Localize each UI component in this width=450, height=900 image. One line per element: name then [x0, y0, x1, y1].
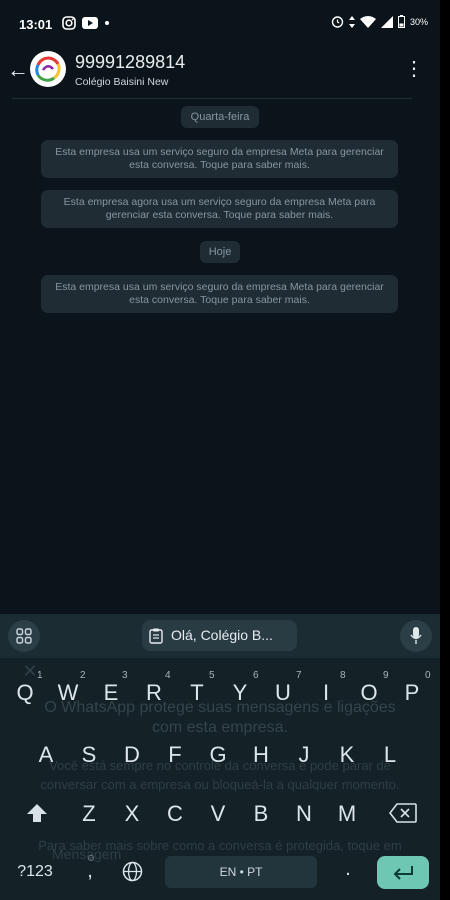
key-a[interactable]: A	[29, 742, 63, 768]
period-key[interactable]: .	[338, 858, 358, 881]
battery-level: 30%	[409, 16, 428, 27]
status-time: 13:01	[19, 17, 53, 32]
signal-icon	[380, 15, 393, 28]
key-hint: 2	[80, 670, 86, 681]
key-hint: 3	[122, 670, 128, 681]
key-e[interactable]: E	[94, 680, 128, 706]
contact-subtitle[interactable]: Colégio Baisini New	[75, 76, 168, 88]
system-message[interactable]: Esta empresa usa um serviço seguro da em…	[41, 275, 398, 313]
key-m[interactable]: M	[330, 801, 364, 827]
status-bar: 13:01 30%	[0, 8, 440, 40]
key-h[interactable]: H	[244, 742, 278, 768]
key-z[interactable]: Z	[72, 801, 106, 827]
key-hint: 8	[340, 670, 346, 681]
screen-edge	[440, 0, 450, 900]
date-chip: Hoje	[200, 241, 240, 263]
key-b[interactable]: B	[244, 801, 278, 827]
key-d[interactable]: D	[115, 742, 149, 768]
symbols-key[interactable]: ?123	[12, 863, 58, 881]
youtube-icon	[82, 17, 98, 29]
keyboard-suggestion-strip: Olá, Colégio B...	[0, 614, 440, 658]
key-l[interactable]: L	[373, 742, 407, 768]
system-message[interactable]: Esta empresa usa um serviço seguro da em…	[41, 140, 398, 178]
header-divider	[12, 98, 412, 99]
key-p[interactable]: P	[395, 680, 429, 706]
key-hint: 7	[296, 670, 302, 681]
key-c[interactable]: C	[158, 801, 192, 827]
key-x[interactable]: X	[115, 801, 149, 827]
date-chip: Quarta-feira	[181, 106, 259, 128]
key-o[interactable]: O	[352, 680, 386, 706]
key-v[interactable]: V	[201, 801, 235, 827]
school-logo	[31, 52, 65, 86]
system-message[interactable]: Esta empresa agora usa um serviço seguro…	[41, 190, 398, 228]
key-n[interactable]: N	[287, 801, 321, 827]
avatar[interactable]	[30, 51, 66, 87]
key-s[interactable]: S	[72, 742, 106, 768]
clipboard-text: Olá, Colégio B...	[171, 627, 273, 643]
back-arrow-icon[interactable]: ←	[6, 58, 30, 82]
key-t[interactable]: T	[180, 680, 214, 706]
on-screen-keyboard: ✕ O WhatsApp protege suas mensagens e li…	[0, 658, 440, 900]
clipboard-suggestion[interactable]: Olá, Colégio B...	[142, 620, 297, 651]
key-hint: 9	[383, 670, 389, 681]
chat-header: ← 99991289814 Colégio Baisini New ⋮	[0, 40, 440, 98]
space-key[interactable]: EN • PT	[165, 856, 317, 888]
battery-icon	[397, 15, 405, 28]
key-hint: 0	[425, 670, 431, 681]
key-hint: 1	[37, 670, 43, 681]
data-arrows-icon	[348, 15, 355, 28]
key-q[interactable]: Q	[8, 680, 42, 706]
key-i[interactable]: I	[309, 680, 343, 706]
key-k[interactable]: K	[330, 742, 364, 768]
instagram-icon	[62, 16, 76, 30]
more-options-icon[interactable]: ⋮	[404, 54, 424, 84]
emoji-hint-icon: ☺	[86, 853, 97, 864]
key-f[interactable]: F	[158, 742, 192, 768]
key-u[interactable]: U	[266, 680, 300, 706]
apps-grid-icon[interactable]	[8, 620, 40, 652]
key-y[interactable]: Y	[223, 680, 257, 706]
alarm-icon	[331, 16, 344, 28]
backspace-key-icon[interactable]	[386, 799, 420, 829]
wifi-icon	[359, 15, 376, 28]
key-hint: 4	[165, 670, 171, 681]
key-hint: 5	[209, 670, 215, 681]
key-j[interactable]: J	[287, 742, 321, 768]
contact-number[interactable]: 99991289814	[75, 52, 185, 73]
clipboard-icon	[149, 628, 163, 644]
shift-key-icon[interactable]	[22, 798, 52, 828]
voice-input-icon[interactable]	[400, 620, 432, 652]
key-r[interactable]: R	[137, 680, 171, 706]
notification-dot-icon	[105, 21, 109, 25]
enter-key-icon[interactable]	[377, 856, 429, 889]
app-screen: 13:01 30% ← 99991289814 Colégio Baisini …	[0, 0, 440, 900]
globe-icon[interactable]	[120, 861, 144, 887]
key-w[interactable]: W	[51, 680, 85, 706]
key-hint: 6	[253, 670, 259, 681]
key-g[interactable]: G	[201, 742, 235, 768]
